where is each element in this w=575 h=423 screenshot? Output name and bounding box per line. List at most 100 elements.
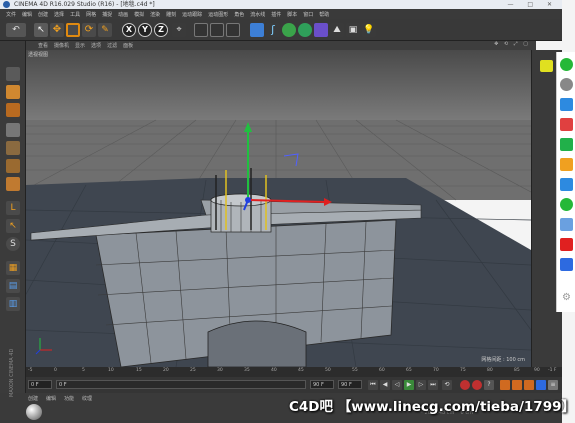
- points-mode-icon[interactable]: [6, 141, 20, 155]
- perspective-viewport[interactable]: 透视视图 网格间距 : 100 cm: [26, 50, 531, 367]
- menu-sculpt[interactable]: 雕刻: [166, 11, 176, 18]
- app-blue3-icon[interactable]: [560, 258, 573, 271]
- position-key-icon[interactable]: [500, 380, 510, 390]
- next-key-icon[interactable]: ▷: [416, 380, 426, 390]
- light-icon[interactable]: 💡: [362, 23, 376, 37]
- spline-pen-icon[interactable]: ʃ: [266, 23, 280, 37]
- menu-snap[interactable]: 捕捉: [102, 11, 112, 18]
- axis-mode-icon[interactable]: L: [6, 201, 20, 215]
- play-forwards-icon[interactable]: ▶: [404, 380, 414, 390]
- menu-pipeline[interactable]: 流水线: [250, 11, 265, 18]
- window-controls[interactable]: — □ ✕: [507, 0, 558, 9]
- recent-tool-icon[interactable]: ✎: [98, 23, 112, 37]
- start-frame-field[interactable]: 0 F: [28, 380, 52, 389]
- material-menu-create[interactable]: 创建: [28, 395, 38, 402]
- polygons-mode-icon[interactable]: [6, 177, 20, 191]
- viewport-menu-filter[interactable]: 过滤: [107, 42, 117, 49]
- chat-icon[interactable]: [560, 58, 573, 71]
- play-backwards-icon[interactable]: ◁: [392, 380, 402, 390]
- settings-gear-icon[interactable]: ⚙: [560, 292, 573, 305]
- menu-window[interactable]: 窗口: [303, 11, 313, 18]
- menu-help[interactable]: 帮助: [319, 11, 329, 18]
- menu-plugins[interactable]: 插件: [271, 11, 281, 18]
- menu-render[interactable]: 渲染: [150, 11, 160, 18]
- viewport-menu-panel[interactable]: 面板: [123, 42, 133, 49]
- material-menu-function[interactable]: 功能: [64, 395, 74, 402]
- material-preview-sphere[interactable]: [26, 404, 42, 420]
- lock-workplane-icon[interactable]: ▤: [6, 279, 20, 293]
- menu-motion-tracking[interactable]: 运动跟踪: [182, 11, 202, 18]
- menu-tools[interactable]: 工具: [70, 11, 80, 18]
- menu-mesh[interactable]: 网格: [86, 11, 96, 18]
- render-view-icon[interactable]: [194, 23, 208, 37]
- app-blue-icon[interactable]: [560, 98, 573, 111]
- coordinate-system-icon[interactable]: ⌖: [172, 23, 186, 37]
- app-green-circle-icon[interactable]: [560, 198, 573, 211]
- layout-icon[interactable]: [540, 60, 553, 72]
- viewport-navigation-icons[interactable]: ✥ ⟲ ⤢ ▢: [494, 41, 530, 47]
- keyframe-selection-icon[interactable]: ?: [484, 380, 494, 390]
- x-axis-lock-icon[interactable]: X: [122, 23, 136, 37]
- scale-key-icon[interactable]: [512, 380, 522, 390]
- menu-character[interactable]: 角色: [234, 11, 244, 18]
- app-red-icon[interactable]: [560, 118, 573, 131]
- viewport-menu-view[interactable]: 查看: [38, 42, 48, 49]
- menu-create[interactable]: 创建: [38, 11, 48, 18]
- menu-script[interactable]: 脚本: [287, 11, 297, 18]
- app-photo-icon[interactable]: [560, 218, 573, 231]
- array-generator-icon[interactable]: [298, 23, 312, 37]
- preview-end-field[interactable]: 90 F: [338, 380, 362, 389]
- edges-mode-icon[interactable]: [6, 159, 20, 173]
- planar-workplane-icon[interactable]: ▥: [6, 297, 20, 311]
- timeline-menu-icon[interactable]: ≡: [548, 380, 558, 390]
- subdivision-surface-icon[interactable]: [282, 23, 296, 37]
- viewport-menu-options[interactable]: 选项: [91, 42, 101, 49]
- viewport-menu-display[interactable]: 显示: [75, 42, 85, 49]
- render-picture-viewer-icon[interactable]: [210, 23, 224, 37]
- workplane-mode-icon[interactable]: [6, 123, 20, 137]
- tweak-mode-icon[interactable]: ↖: [6, 219, 20, 233]
- workplane-icon[interactable]: ▦: [6, 261, 20, 275]
- menu-mograph[interactable]: 运动图形: [208, 11, 228, 18]
- make-editable-icon[interactable]: [6, 67, 20, 81]
- texture-mode-icon[interactable]: [6, 103, 20, 117]
- y-axis-lock-icon[interactable]: Y: [138, 23, 152, 37]
- app-blue2-icon[interactable]: [560, 178, 573, 191]
- parameter-key-icon[interactable]: [536, 380, 546, 390]
- undo-icon[interactable]: ↶: [6, 23, 26, 37]
- camera-icon[interactable]: ▣: [346, 23, 360, 37]
- menu-edit[interactable]: 编辑: [22, 11, 32, 18]
- record-key-icon[interactable]: [460, 380, 470, 390]
- move-tool-icon[interactable]: ✥: [50, 23, 64, 37]
- loop-icon[interactable]: ⟲: [442, 380, 452, 390]
- menu-select[interactable]: 选择: [54, 11, 64, 18]
- cube-primitive-icon[interactable]: [250, 23, 264, 37]
- previous-key-icon[interactable]: ◀: [380, 380, 390, 390]
- menu-animate[interactable]: 动画: [118, 11, 128, 18]
- snapping-icon[interactable]: S: [6, 237, 20, 251]
- live-selection-icon[interactable]: ↖: [34, 23, 48, 37]
- user-icon[interactable]: [560, 78, 573, 91]
- material-menu-texture[interactable]: 纹理: [82, 395, 92, 402]
- app-green-icon[interactable]: [560, 138, 573, 151]
- viewport-menu-cameras[interactable]: 摄像机: [54, 42, 69, 49]
- z-axis-lock-icon[interactable]: Z: [154, 23, 168, 37]
- render-settings-icon[interactable]: [226, 23, 240, 37]
- end-frame-field[interactable]: 90 F: [310, 380, 334, 389]
- app-orange-icon[interactable]: [560, 158, 573, 171]
- environment-icon[interactable]: ⛰: [330, 23, 344, 37]
- deformer-icon[interactable]: [314, 23, 328, 37]
- timeline-ruler[interactable]: -5 0 5 10 15 20 25 30 35 40 45 50 55 60 …: [26, 367, 562, 377]
- menu-simulate[interactable]: 模拟: [134, 11, 144, 18]
- go-to-start-icon[interactable]: ⏮: [368, 380, 378, 390]
- rotation-key-icon[interactable]: [524, 380, 534, 390]
- material-menu-edit[interactable]: 编辑: [46, 395, 56, 402]
- rotate-tool-icon[interactable]: ⟳: [82, 23, 96, 37]
- scale-tool-icon[interactable]: [66, 23, 80, 37]
- go-to-end-icon[interactable]: ⏭: [428, 380, 438, 390]
- app-red2-icon[interactable]: [560, 238, 573, 251]
- model-mode-icon[interactable]: [6, 85, 20, 99]
- menu-file[interactable]: 文件: [6, 11, 16, 18]
- frame-range-slider[interactable]: 0 F: [56, 380, 306, 389]
- autokey-icon[interactable]: [472, 380, 482, 390]
